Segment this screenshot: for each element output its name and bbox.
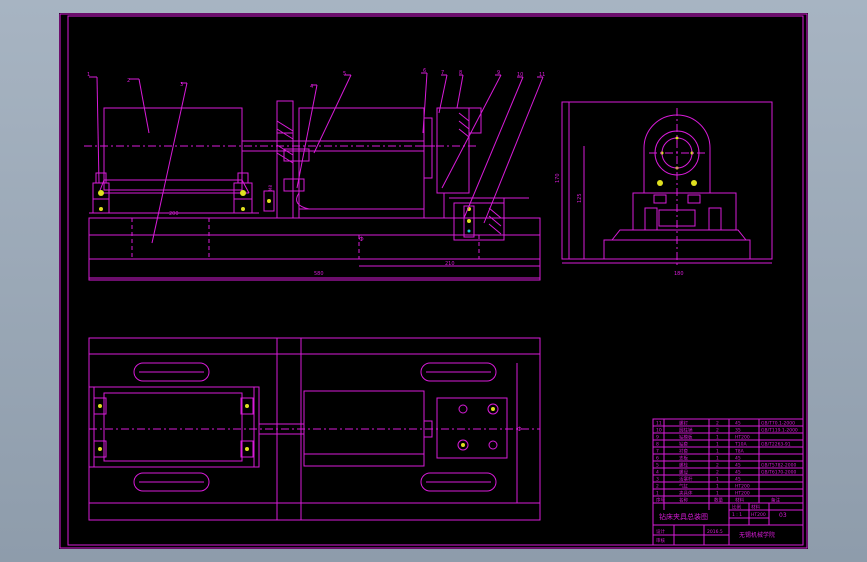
part-note: GB/T6170-2000 [761,470,797,476]
dim-side-width: 180 [674,271,684,277]
sheet-number: 03 [779,512,787,519]
support-plate [276,100,294,219]
part-qty: 2 [716,463,719,469]
dim-length-label: 580 [314,271,324,277]
part-material: 45 [735,470,741,476]
part-name: 活塞杆 [679,476,693,483]
balloon-11: 11 [539,72,545,78]
front-view: 580 210 200 1 2 3 4 5 6 7 8 9 10 11 M8 Φ [84,68,545,281]
balloon-5: 5 [343,71,346,77]
part-no: 6 [656,456,659,462]
part-name: 夹具体 [679,490,693,497]
svg-text:M8: M8 [268,185,273,191]
cad-drawing: 580 210 200 1 2 3 4 5 6 7 8 9 10 11 M8 Φ… [59,13,808,549]
part-material: 35 [735,428,741,434]
part-note: GB/T119.1-2000 [761,428,798,434]
part-material: 45 [735,421,741,427]
part-material: HT200 [735,491,750,497]
svg-text:Φ: Φ [517,426,522,433]
part-qty: 1 [716,435,719,441]
side-view-frame [561,101,773,260]
balloon-9: 9 [497,70,500,76]
part-name: 螺栓 [679,462,688,469]
part-qty: 2 [716,421,719,427]
part-no: 2 [656,484,659,490]
balloon-1: 1 [87,72,90,78]
part-qty: 2 [716,470,719,476]
header-no: 序号 [656,497,665,504]
header-qty: 数量 [714,497,723,504]
balloon-7: 7 [441,70,444,76]
part-no: 1 [656,491,659,497]
drill-bushing-block [453,202,505,241]
part-no: 5 [656,463,659,469]
balloon-8: 8 [459,70,462,76]
balloon-6: 6 [423,68,426,74]
part-name: 支板 [679,455,688,462]
drawing-title: 钻床夹具总装图 [659,512,708,521]
part-qty: 1 [716,477,719,483]
designer-label: 设计 [656,528,665,535]
scale-value: 1 : 1 [732,512,742,518]
part-name: 钻套 [679,441,688,448]
school-name: 无锡机械学院 [739,531,775,539]
dim-side-height: 170 [555,173,561,183]
part-qty: 1 [716,456,719,462]
part-note: GB/T5782-2000 [761,463,797,469]
drawing-sheet: 580 210 200 1 2 3 4 5 6 7 8 9 10 11 M8 Φ… [59,13,808,549]
part-note: GB/T2263-91 [761,442,791,448]
part-no: 3 [656,477,659,483]
balloon-10: 10 [517,72,523,78]
part-qty: 1 [716,484,719,490]
part-name: 钻模板 [679,434,693,441]
cylinder [298,107,425,219]
part-no: 4 [656,470,659,476]
part-material: T10A [734,442,747,448]
part-qty: 1 [716,442,719,448]
part-name: 螺母 [679,469,688,476]
part-name: 气缸 [679,483,688,490]
part-qty: 2 [716,428,719,434]
part-material: HT200 [735,435,750,441]
part-qty: 1 [716,449,719,455]
part-qty: 1 [716,491,719,497]
drill-plate [436,107,470,194]
part-material: HT200 [735,484,750,490]
part-material: 45 [735,463,741,469]
part-no: 8 [656,442,659,448]
part-no: 7 [656,449,659,455]
material-value: HT200 [751,512,766,518]
dim-top-label: 200 [169,211,179,217]
part-no: 10 [656,428,662,434]
part-name: 衬套 [679,448,688,455]
scale-label: 比例 [732,504,741,511]
header-material: 材料 [735,497,744,504]
dim-side-sub: 125 [577,193,583,203]
date-value: 2016.5 [707,529,723,535]
part-material: 45 [735,477,741,483]
material-label: 材料 [751,504,760,511]
checker-label: 审核 [656,537,665,544]
balloon-2: 2 [127,78,130,84]
drill-plate-plan [436,397,508,459]
part-note: GB/T70.1-2000 [761,421,795,427]
part-name: 圆柱销 [679,427,693,434]
svg-text:Φ: Φ [359,236,364,243]
balloon-4: 4 [310,84,313,90]
title-block: 11 螺钉 2 45 GB/T70.1-2000 10 圆柱销 2 35 GB/… [652,418,804,546]
dim-sub-label: 210 [445,261,455,267]
part-name: 螺钉 [679,420,688,427]
part-no: 9 [656,435,659,441]
header-name: 名称 [679,497,688,504]
part-no: 11 [656,421,662,427]
top-view: Φ [88,337,541,521]
header-note: 备注 [771,497,780,504]
part-material: 45 [735,456,741,462]
part-material: T8A [734,449,745,455]
side-view: 170 125 180 [555,101,773,277]
balloon-3: 3 [180,82,183,88]
